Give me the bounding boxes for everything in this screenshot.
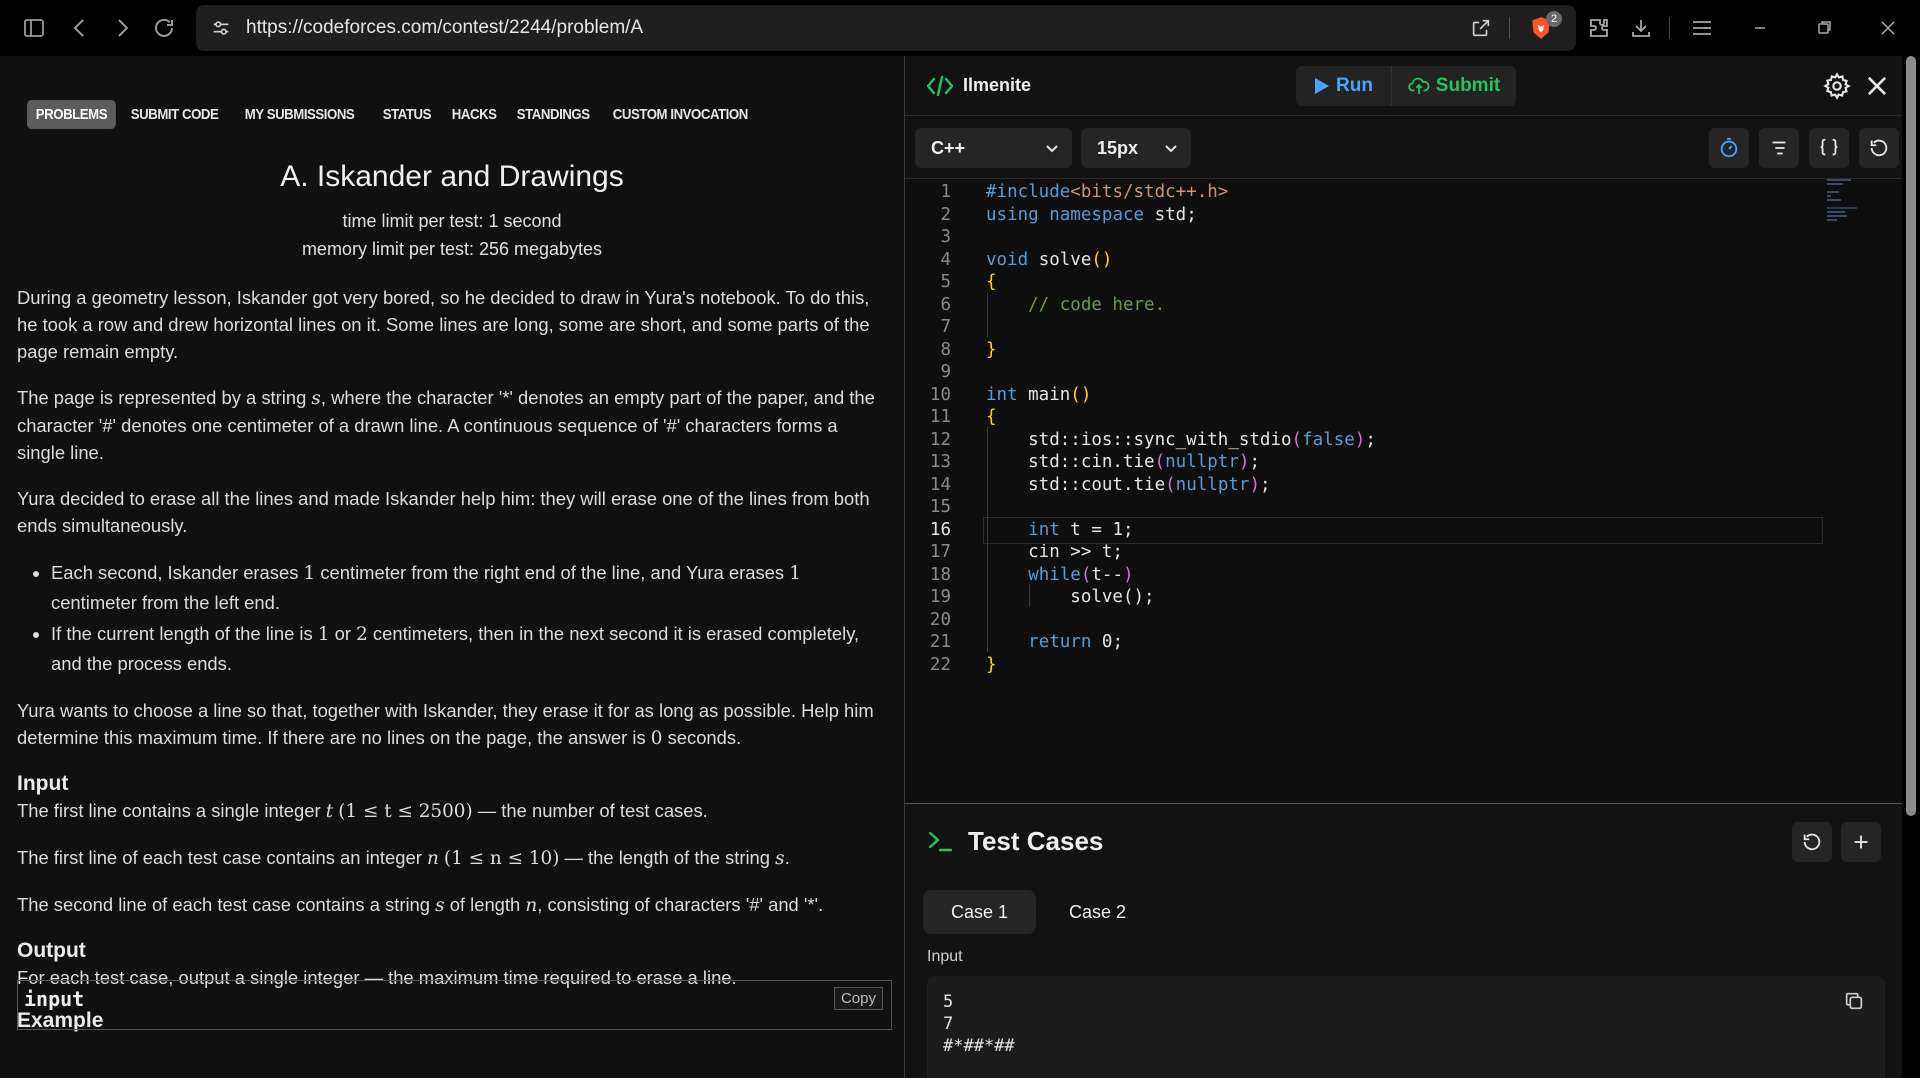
timer-button[interactable] [1709, 128, 1749, 168]
close-icon[interactable] [1863, 72, 1891, 100]
copy-button[interactable]: Copy [833, 987, 883, 1010]
share-icon[interactable] [1470, 17, 1492, 39]
restore-icon[interactable] [1792, 8, 1856, 48]
chevron-down-icon [1046, 145, 1058, 153]
format-button[interactable] [1759, 128, 1799, 168]
indent-guide [987, 426, 988, 652]
divider [1509, 17, 1510, 39]
test-cases-title: Test Cases [968, 826, 1104, 856]
statement-paragraph: During a geometry lesson, Iskander got v… [17, 287, 870, 362]
tab-standings[interactable]: STANDINGS [508, 100, 598, 129]
address-bar[interactable]: https://codeforces.com/contest/2244/prob… [196, 5, 1576, 51]
browser-toolbar: https://codeforces.com/contest/2244/prob… [0, 0, 1920, 56]
problem-nav: PROBLEMS SUBMIT CODE MY SUBMISSIONS STAT… [27, 100, 772, 129]
download-icon[interactable] [1620, 8, 1662, 48]
forward-icon[interactable] [102, 8, 142, 48]
test-cases-panel: Test Cases Case 1 Case 2 Input 5 7 #*##*… [905, 806, 1903, 1078]
page-scrollbar[interactable] [1902, 56, 1920, 1078]
problem-pane: PROBLEMS SUBMIT CODE MY SUBMISSIONS STAT… [0, 56, 904, 1078]
tab-hacks[interactable]: HACKS [443, 100, 505, 129]
output-heading: Output [17, 939, 86, 962]
menu-icon[interactable] [1676, 8, 1728, 48]
input-paragraph: The first line contains a single integer… [17, 800, 708, 822]
align-icon [1772, 141, 1786, 155]
divider-vertical [1662, 8, 1676, 48]
terminal-icon [928, 831, 953, 852]
language-select[interactable]: C++ [915, 128, 1072, 168]
memory-limit: memory limit per test: 256 megabytes [301, 239, 603, 259]
tab-problems[interactable]: PROBLEMS [27, 100, 116, 129]
tab-case-1[interactable]: Case 1 [923, 890, 1037, 934]
ide-header: Ilmenite Run Submit [905, 56, 1903, 116]
braces-icon [1820, 138, 1838, 156]
extensions-icon[interactable] [1578, 8, 1620, 48]
chevron-down-icon [1165, 145, 1177, 153]
ide-title: Ilmenite [963, 75, 1032, 95]
run-submit-group: Run Submit [1296, 66, 1516, 106]
problem-title: A. Iskander and Drawings [280, 160, 624, 193]
input-line: #*##*## [943, 1036, 1015, 1056]
input-label: Input [927, 948, 963, 965]
close-window-icon[interactable] [1856, 8, 1920, 48]
reset-tests-button[interactable] [1792, 822, 1832, 862]
code-line[interactable]: 22} [905, 652, 1903, 680]
statement-paragraph: Yura wants to choose a line so that, tog… [17, 700, 874, 749]
input-heading: Input [17, 772, 69, 795]
site-settings-icon[interactable] [210, 17, 232, 39]
list-item: If the current length of the line is 1 o… [51, 619, 887, 678]
stopwatch-icon [1720, 137, 1738, 158]
code-text: } [986, 654, 997, 675]
tab-status[interactable]: STATUS [374, 100, 440, 129]
refresh-icon [1870, 139, 1888, 157]
test-input-field[interactable]: 5 7 #*##*## [927, 976, 1885, 1078]
shield-badge: 2 [1546, 11, 1562, 27]
rules-list: Each second, Iskander erases 1 centimete… [51, 558, 887, 678]
input-line: 5 [943, 992, 954, 1012]
input-paragraph: The first line of each test case contain… [17, 847, 790, 869]
statement-paragraph: Yura decided to erase all the lines and … [17, 488, 870, 536]
line-number: 22 [929, 654, 951, 675]
code-editor[interactable]: 1 #include<bits/stdc++.h> 2 using namespace… [905, 178, 1903, 804]
statement-paragraph: The page is represented by a string s, w… [17, 387, 875, 463]
example-input-box: input Copy [17, 980, 892, 1030]
editor-toolbar: C++ 15px [905, 116, 1903, 176]
list-item: Each second, Iskander erases 1 centimete… [51, 558, 887, 617]
submit-button[interactable]: Submit [1392, 66, 1516, 106]
tab-custom-invocation[interactable]: CUSTOM INVOCATION [604, 100, 757, 129]
cloud-upload-icon [1408, 77, 1430, 95]
code-icon [927, 75, 953, 97]
reload-icon[interactable] [144, 8, 184, 48]
tab-case-2[interactable]: Case 2 [1041, 890, 1154, 934]
back-icon[interactable] [60, 8, 100, 48]
indent-guide [1029, 584, 1030, 607]
plus-icon [1854, 835, 1868, 849]
sidebar-toggle-icon[interactable] [14, 8, 54, 48]
braces-button[interactable] [1809, 128, 1849, 168]
time-limit: time limit per test: 1 second [342, 211, 562, 231]
play-icon [1315, 78, 1330, 94]
url-text[interactable]: https://codeforces.com/contest/2244/prob… [246, 17, 643, 39]
indent-guide [987, 291, 988, 337]
font-size-select[interactable]: 15px [1081, 128, 1191, 168]
tab-submit-code[interactable]: SUBMIT CODE [122, 100, 227, 129]
example-input-label: input [24, 987, 85, 1011]
run-button[interactable]: Run [1296, 66, 1392, 106]
input-line: 7 [943, 1014, 954, 1034]
problem-statement: During a geometry lesson, Iskander got v… [17, 284, 887, 1034]
input-paragraph: The second line of each test case contai… [17, 894, 824, 916]
copy-icon[interactable] [1843, 990, 1865, 1012]
ide-pane: Ilmenite Run Submit C++ 15px 1 #include<… [904, 56, 1903, 1078]
scrollbar-thumb[interactable] [1906, 56, 1916, 816]
current-line-highlight [983, 516, 1823, 544]
gear-icon[interactable] [1823, 72, 1851, 100]
tab-my-submissions[interactable]: MY SUBMISSIONS [236, 100, 363, 129]
add-case-button[interactable] [1841, 822, 1881, 862]
minimize-icon[interactable] [1728, 8, 1792, 48]
reset-code-button[interactable] [1859, 128, 1899, 168]
refresh-icon [1803, 833, 1821, 851]
